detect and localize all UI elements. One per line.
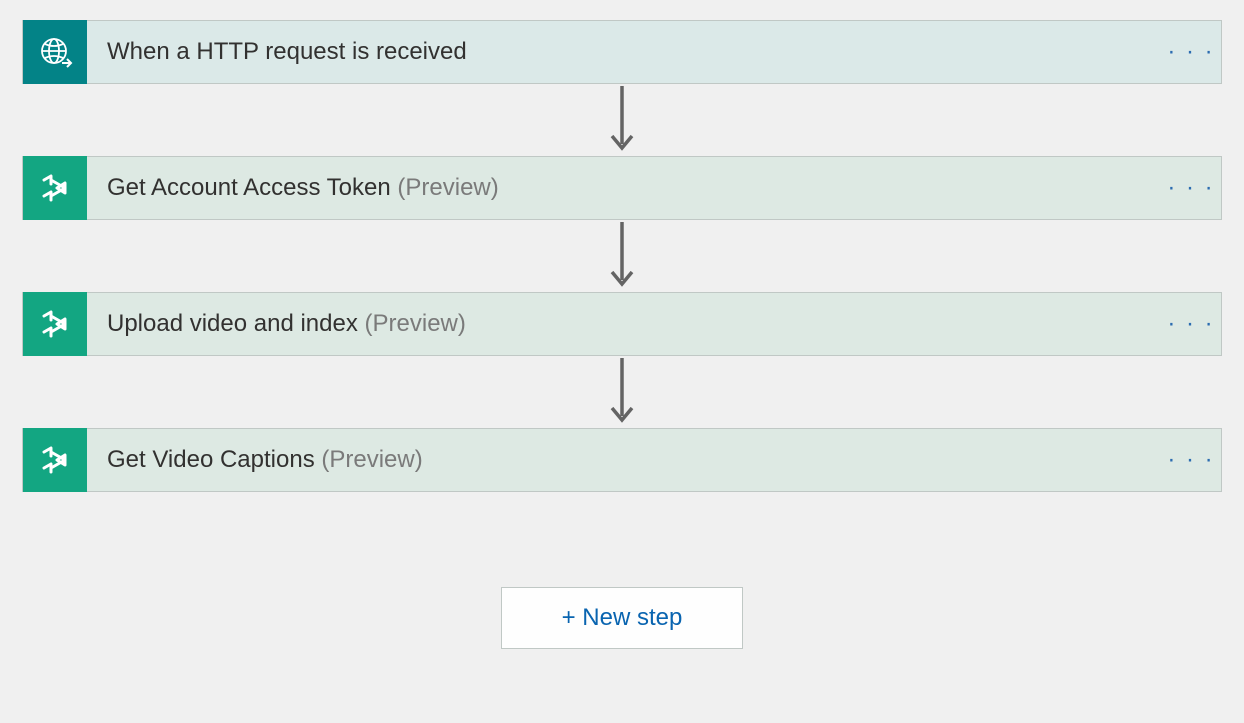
step-label: Upload video and index (Preview) <box>87 310 1161 338</box>
connector-arrow <box>20 356 1224 428</box>
video-indexer-icon <box>23 428 87 492</box>
step-menu-button[interactable]: · · · <box>1161 446 1221 474</box>
workflow-step-get-captions[interactable]: Get Video Captions (Preview) · · · <box>22 428 1222 492</box>
connector-arrow <box>20 220 1224 292</box>
workflow-step-trigger[interactable]: When a HTTP request is received · · · <box>22 20 1222 84</box>
workflow-container: When a HTTP request is received · · · Ge… <box>20 20 1224 649</box>
workflow-step-upload-video[interactable]: Upload video and index (Preview) · · · <box>22 292 1222 356</box>
workflow-step-get-token[interactable]: Get Account Access Token (Preview) · · · <box>22 156 1222 220</box>
connector-arrow <box>20 84 1224 156</box>
step-menu-button[interactable]: · · · <box>1161 174 1221 202</box>
http-globe-icon <box>23 20 87 84</box>
video-indexer-icon <box>23 156 87 220</box>
step-label: Get Video Captions (Preview) <box>87 446 1161 474</box>
step-menu-button[interactable]: · · · <box>1161 310 1221 338</box>
step-menu-button[interactable]: · · · <box>1161 38 1221 66</box>
video-indexer-icon <box>23 292 87 356</box>
step-label: When a HTTP request is received <box>87 38 1161 66</box>
step-label: Get Account Access Token (Preview) <box>87 174 1161 202</box>
new-step-button[interactable]: + New step <box>501 587 744 649</box>
